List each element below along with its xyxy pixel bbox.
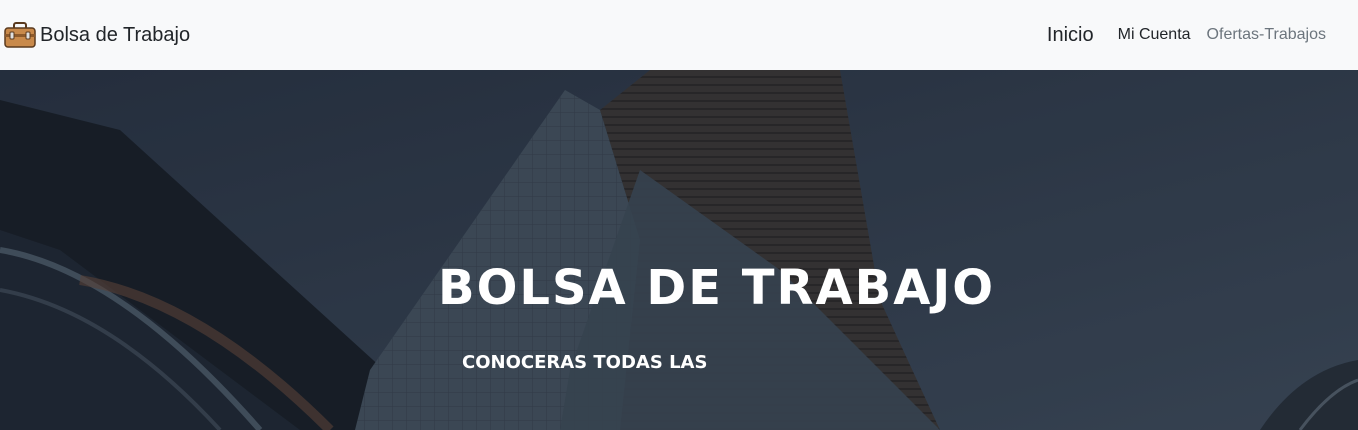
- hero-banner: BOLSA DE TRABAJO CONOCERAS TODAS LAS: [0, 70, 1358, 430]
- hero-background-image: [0, 70, 1358, 430]
- brand-text: Bolsa de Trabajo: [40, 23, 191, 46]
- nav-inicio-link[interactable]: Inicio: [1047, 24, 1094, 47]
- nav-mi-cuenta-link[interactable]: Mi Cuenta: [1118, 26, 1191, 44]
- navbar: Bolsa de Trabajo Inicio Mi Cuenta Oferta…: [0, 0, 1358, 70]
- hero-title: BOLSA DE TRABAJO: [438, 260, 995, 316]
- briefcase-icon: [4, 22, 36, 48]
- main-nav: Inicio Mi Cuenta Ofertas-Trabajos: [1035, 0, 1326, 70]
- hero-subtitle: CONOCERAS TODAS LAS: [462, 352, 708, 373]
- brand-link[interactable]: Bolsa de Trabajo: [4, 20, 190, 50]
- nav-ofertas-link[interactable]: Ofertas-Trabajos: [1207, 26, 1326, 44]
